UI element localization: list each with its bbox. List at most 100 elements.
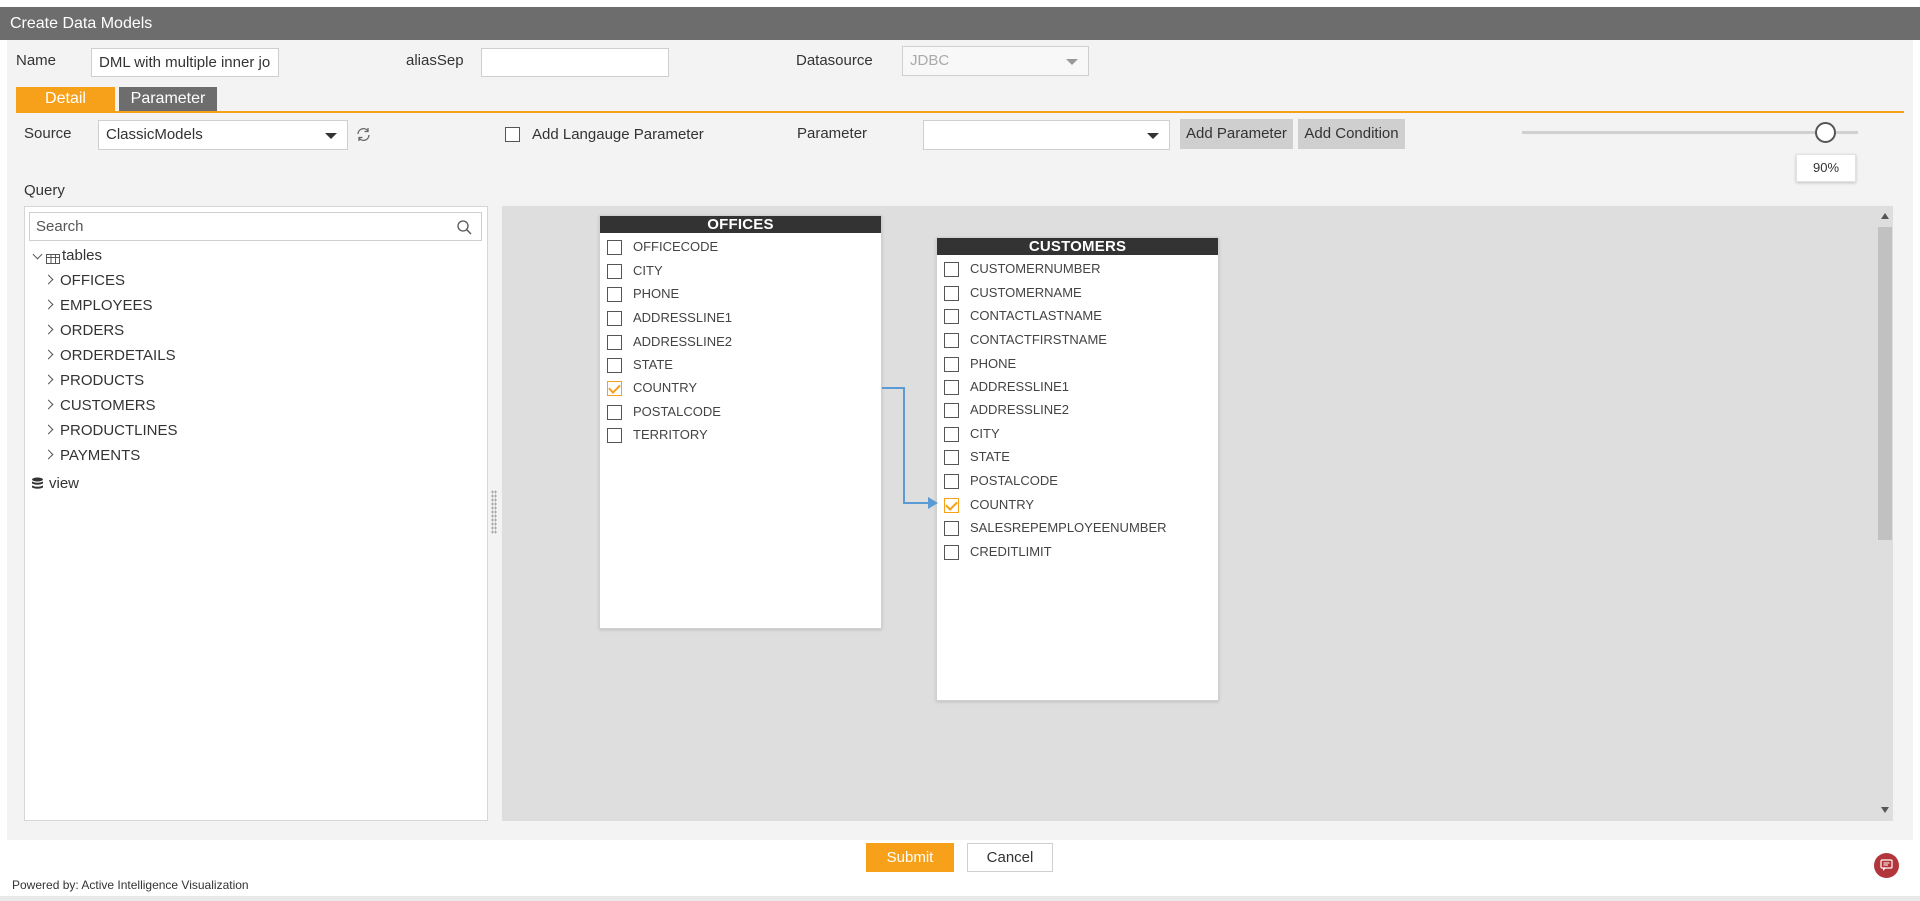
column-name: CUSTOMERNAME	[970, 285, 1082, 300]
alias-sep-label: aliasSep	[406, 52, 464, 69]
zoom-slider-track[interactable]	[1522, 131, 1858, 134]
tree-item-products[interactable]: PRODUCTS	[60, 372, 144, 389]
column-checkbox[interactable]	[607, 358, 622, 373]
datasource-label: Datasource	[796, 52, 873, 69]
table-tree-panel: Search tables OFFICES EMPLOYEES ORDERS O…	[24, 206, 488, 821]
chevron-down-icon	[325, 133, 337, 139]
parameter-label: Parameter	[797, 125, 868, 142]
column-checkbox[interactable]	[944, 286, 959, 301]
column-checkbox[interactable]	[944, 357, 959, 372]
cancel-button[interactable]: Cancel	[967, 843, 1053, 872]
column-checkbox[interactable]	[944, 521, 959, 536]
table-title[interactable]: CUSTOMERS	[937, 238, 1218, 255]
chevron-right-icon[interactable]	[43, 274, 54, 285]
column-name: CITY	[970, 426, 1000, 441]
add-language-param-checkbox[interactable]	[505, 127, 520, 142]
chevron-right-icon[interactable]	[43, 424, 54, 435]
column-checkbox[interactable]	[944, 333, 959, 348]
column-name: PHONE	[633, 286, 680, 301]
query-label: Query	[24, 182, 65, 199]
vertical-scrollbar[interactable]	[1876, 210, 1893, 820]
column-name: POSTALCODE	[970, 473, 1058, 488]
tree-item-productlines[interactable]: PRODUCTLINES	[60, 422, 178, 439]
tree-item-orderdetails[interactable]: ORDERDETAILS	[60, 347, 176, 364]
tree-node-tables[interactable]: tables	[62, 247, 102, 264]
source-value: ClassicModels	[106, 126, 203, 143]
column-checkbox[interactable]	[944, 545, 959, 560]
customers-table-card[interactable]: CUSTOMERS CUSTOMERNUMBER CUSTOMERNAME CO…	[936, 237, 1219, 701]
column-checkbox[interactable]	[944, 262, 959, 277]
parameter-select[interactable]	[923, 120, 1170, 150]
column-name: SALESREPEMPLOYEENUMBER	[970, 520, 1167, 535]
scrollbar-thumb[interactable]	[1878, 227, 1892, 540]
chevron-right-icon[interactable]	[43, 374, 54, 385]
column-checkbox[interactable]	[607, 405, 622, 420]
column-checkbox[interactable]	[944, 498, 959, 513]
tree-node-view[interactable]: view	[49, 475, 79, 492]
column-name: STATE	[633, 357, 673, 372]
column-checkbox[interactable]	[607, 381, 622, 396]
column-checkbox[interactable]	[607, 428, 622, 443]
chevron-right-icon[interactable]	[43, 299, 54, 310]
name-label: Name	[16, 52, 57, 69]
chevron-down-icon	[1066, 59, 1078, 65]
search-icon[interactable]	[456, 218, 473, 245]
tree-item-offices[interactable]: OFFICES	[60, 272, 125, 289]
column-checkbox[interactable]	[944, 450, 959, 465]
tree-item-customers[interactable]: CUSTOMERS	[60, 397, 156, 414]
refresh-icon[interactable]	[355, 126, 372, 147]
chevron-right-icon[interactable]	[43, 399, 54, 410]
column-name: CONTACTLASTNAME	[970, 308, 1102, 323]
column-name: OFFICECODE	[633, 239, 719, 254]
chevron-down-icon[interactable]	[32, 249, 43, 260]
chat-icon[interactable]	[1874, 853, 1899, 878]
column-name: ADDRESSLINE2	[970, 402, 1069, 417]
column-checkbox[interactable]	[944, 380, 959, 395]
scroll-down-icon	[1881, 807, 1889, 813]
column-checkbox[interactable]	[944, 403, 959, 418]
column-checkbox[interactable]	[607, 335, 622, 350]
column-name: STATE	[970, 449, 1010, 464]
search-placeholder: Search	[36, 218, 84, 235]
tab-detail[interactable]: Detail	[16, 87, 115, 111]
scroll-up-icon	[1881, 213, 1889, 219]
column-checkbox[interactable]	[607, 311, 622, 326]
table-title[interactable]: OFFICES	[600, 216, 881, 233]
add-language-param-label: Add Langauge Parameter	[532, 126, 704, 143]
name-input[interactable]: DML with multiple inner jo	[91, 48, 279, 77]
source-label: Source	[24, 125, 72, 142]
chevron-right-icon[interactable]	[43, 449, 54, 460]
column-name: PHONE	[970, 356, 1017, 371]
column-checkbox[interactable]	[607, 240, 622, 255]
panel-splitter[interactable]	[491, 490, 497, 534]
column-checkbox[interactable]	[944, 309, 959, 324]
column-name: COUNTRY	[633, 380, 698, 395]
zoom-slider-handle[interactable]	[1815, 122, 1836, 143]
column-checkbox[interactable]	[944, 474, 959, 489]
chevron-right-icon[interactable]	[43, 324, 54, 335]
alias-sep-input[interactable]	[481, 48, 669, 77]
tree-item-payments[interactable]: PAYMENTS	[60, 447, 140, 464]
offices-table-card[interactable]: OFFICES OFFICECODE CITY PHONE ADDRESSLIN…	[599, 215, 882, 629]
bottom-strip	[0, 896, 1920, 901]
tree-item-orders[interactable]: ORDERS	[60, 322, 124, 339]
search-input[interactable]: Search	[29, 212, 482, 241]
table-grid-icon	[46, 251, 60, 268]
join-connector[interactable]	[880, 380, 940, 510]
submit-button[interactable]: Submit	[866, 843, 954, 872]
column-name: ADDRESSLINE2	[633, 334, 732, 349]
column-checkbox[interactable]	[607, 264, 622, 279]
column-name: CREDITLIMIT	[970, 544, 1052, 559]
add-parameter-button[interactable]: Add Parameter	[1180, 119, 1293, 149]
arrow-head-icon	[928, 497, 938, 509]
tab-parameter[interactable]: Parameter	[119, 87, 217, 111]
tree-item-employees[interactable]: EMPLOYEES	[60, 297, 153, 314]
column-checkbox[interactable]	[607, 287, 622, 302]
window-title: Create Data Models	[0, 7, 1920, 40]
chevron-right-icon[interactable]	[43, 349, 54, 360]
chevron-down-icon	[1147, 133, 1159, 139]
add-condition-button[interactable]: Add Condition	[1298, 119, 1405, 149]
column-checkbox[interactable]	[944, 427, 959, 442]
source-select[interactable]: ClassicModels	[98, 120, 348, 150]
datasource-select[interactable]: JDBC	[902, 46, 1089, 76]
